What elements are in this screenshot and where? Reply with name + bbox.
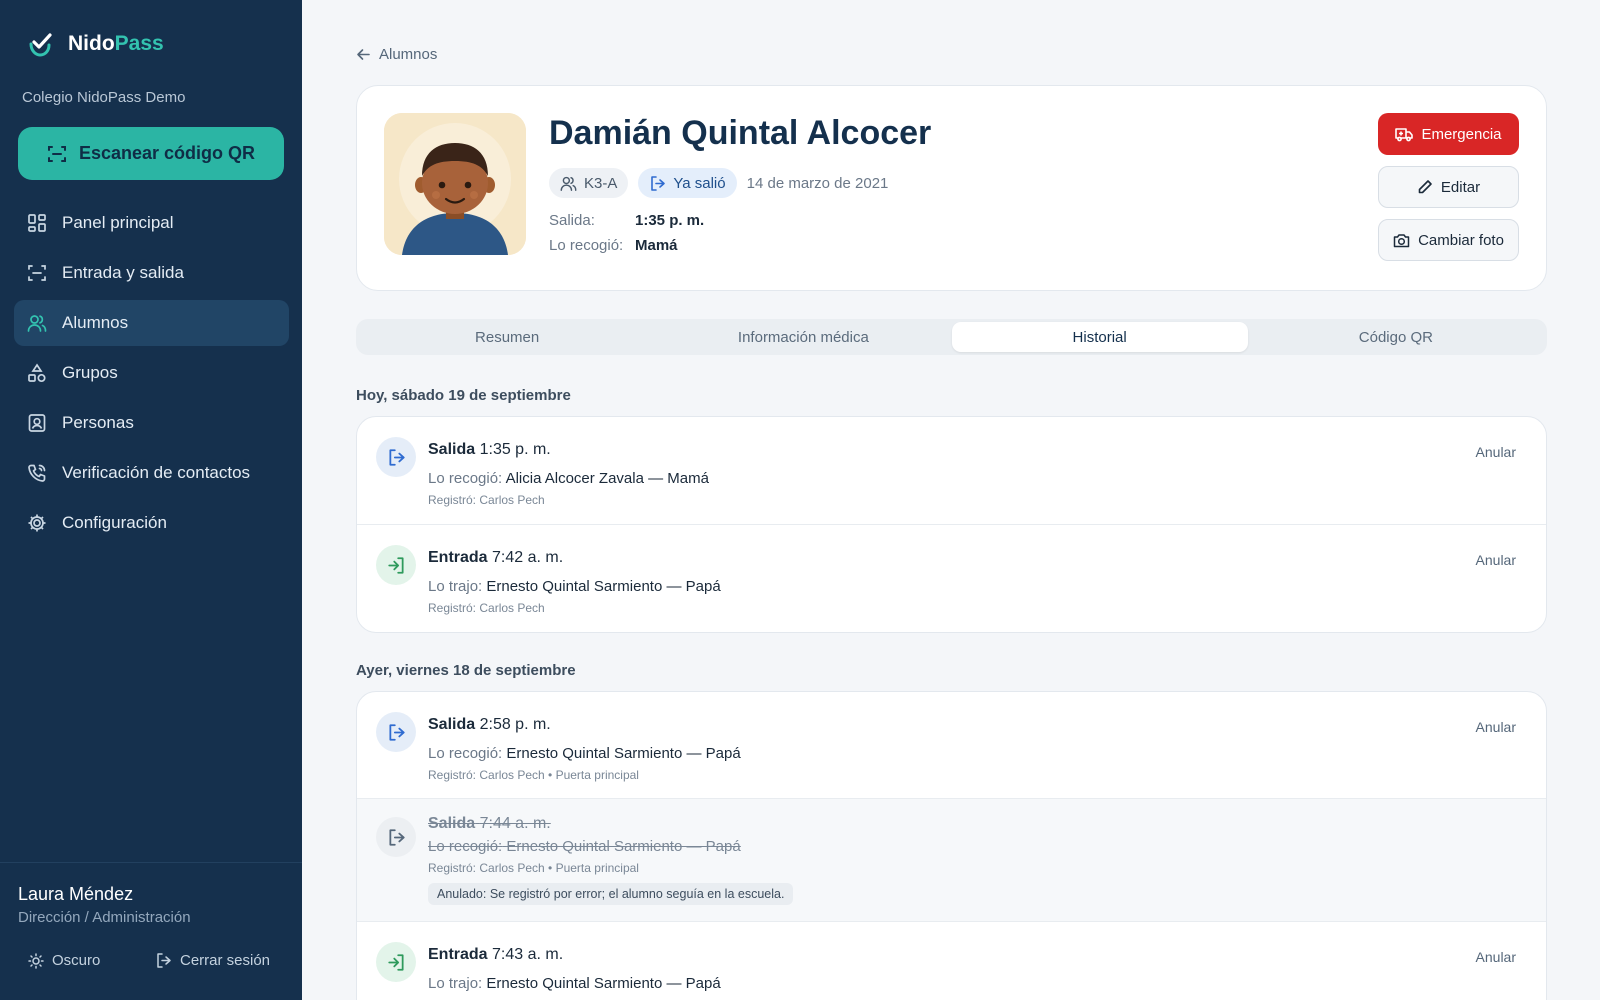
sidebar-item-people[interactable]: Personas: [14, 400, 289, 446]
user-name: Laura Méndez: [18, 884, 134, 904]
sun-icon: [28, 952, 44, 969]
camera-icon: [1393, 233, 1410, 247]
event-registered-by: Registró: Carlos Pech: [428, 493, 545, 507]
school-name: Colegio NidoPass Demo: [22, 89, 186, 106]
contact-icon: [26, 412, 48, 434]
student-profile-card: Damián Quintal Alcocer K3-A Ya salió 14 …: [356, 85, 1547, 291]
void-button[interactable]: Anular: [1476, 444, 1516, 460]
picked-by-row: Lo recogió: Mamá: [549, 237, 678, 254]
student-avatar[interactable]: [384, 113, 526, 255]
sidebar-item-students[interactable]: Alumnos: [14, 300, 289, 346]
event-registered-by: Registró: Carlos Pech: [428, 601, 545, 615]
emergency-button[interactable]: Emergencia: [1378, 113, 1519, 155]
void-button[interactable]: Anular: [1476, 552, 1516, 568]
event-row-voided: Salida 7:44 a. m. Lo recogió: Ernesto Qu…: [357, 799, 1546, 922]
sidebar-item-contact-verification[interactable]: Verificación de contactos: [14, 450, 289, 496]
ambulance-icon: [1395, 128, 1414, 142]
change-photo-button[interactable]: Cambiar foto: [1378, 219, 1519, 261]
scan-icon: [26, 262, 48, 284]
event-registered-by: Registró: Carlos Pech • Puerta principal: [428, 768, 639, 782]
checkmark-logo-icon: [29, 33, 52, 57]
event-person: Lo trajo: Ernesto Quintal Sarmiento — Pa…: [428, 975, 721, 992]
events-yesterday: Salida 2:58 p. m. Lo recogió: Ernesto Qu…: [356, 691, 1547, 1000]
event-registered-by: Registró: Carlos Pech • Puerta principal: [428, 861, 639, 875]
scan-icon: [47, 145, 66, 162]
sidebar-item-settings[interactable]: Configuración: [14, 500, 289, 546]
tab-summary[interactable]: Resumen: [359, 322, 655, 352]
arrow-left-icon: [357, 49, 370, 60]
event-row: Entrada 7:42 a. m. Lo trajo: Ernesto Qui…: [357, 525, 1546, 632]
birth-date: 14 de marzo de 2021: [746, 174, 889, 192]
void-button[interactable]: Anular: [1476, 949, 1516, 965]
student-chips: K3-A Ya salió 14 de marzo de 2021: [549, 168, 888, 198]
theme-toggle-button[interactable]: Oscuro: [28, 952, 100, 969]
pencil-icon: [1418, 180, 1432, 194]
group-badge[interactable]: K3-A: [549, 168, 629, 198]
event-title: Salida 2:58 p. m.: [428, 716, 551, 733]
event-row: Entrada 7:43 a. m. Lo trajo: Ernesto Qui…: [357, 922, 1546, 1000]
event-title: Salida 1:35 p. m.: [428, 441, 551, 458]
exit-icon: [376, 712, 416, 752]
exit-icon: [376, 817, 416, 857]
event-title: Salida 7:44 a. m.: [428, 815, 551, 832]
day-heading-yesterday: Ayer, viernes 18 de septiembre: [356, 662, 576, 679]
phone-icon: [26, 462, 48, 484]
sidebar-nav: Panel principal Entrada y salida Alumnos…: [14, 200, 289, 550]
users-icon: [26, 312, 48, 334]
exit-icon: [651, 175, 666, 191]
edit-button[interactable]: Editar: [1378, 166, 1519, 208]
scan-qr-button[interactable]: Escanear código QR: [18, 127, 284, 180]
entry-icon: [376, 545, 416, 585]
tab-history[interactable]: Historial: [951, 322, 1248, 352]
event-row: Salida 2:58 p. m. Lo recogió: Ernesto Qu…: [357, 692, 1546, 799]
event-person: Lo recogió: Ernesto Quintal Sarmiento — …: [428, 745, 741, 762]
sidebar-item-groups[interactable]: Grupos: [14, 350, 289, 396]
student-name: Damián Quintal Alcocer: [549, 114, 932, 152]
brand-name: NidoPass: [68, 32, 164, 55]
logout-button[interactable]: Cerrar sesión: [155, 952, 270, 969]
event-person: Lo recogió: Alicia Alcocer Zavala — Mamá: [428, 470, 709, 487]
event-title: Entrada 7:42 a. m.: [428, 549, 564, 566]
sidebar-divider: [0, 862, 302, 863]
tab-qr-code[interactable]: Código QR: [1248, 322, 1544, 352]
user-role: Dirección / Administración: [18, 909, 191, 926]
child-avatar-icon: [384, 113, 526, 255]
logout-icon: [157, 953, 171, 968]
brand[interactable]: NidoPass: [26, 30, 164, 58]
void-button[interactable]: Anular: [1476, 719, 1516, 735]
event-person: Lo trajo: Ernesto Quintal Sarmiento — Pa…: [428, 578, 721, 595]
event-title: Entrada 7:43 a. m.: [428, 946, 564, 963]
profile-tabs: Resumen Información médica Historial Cód…: [356, 319, 1547, 355]
back-link[interactable]: Alumnos: [356, 46, 437, 63]
status-badge: Ya salió: [638, 168, 737, 198]
dashboard-icon: [26, 212, 48, 234]
event-row: Salida 1:35 p. m. Lo recogió: Alicia Alc…: [357, 417, 1546, 525]
users-icon: [560, 176, 577, 191]
sidebar: NidoPass Colegio NidoPass Demo Escanear …: [0, 0, 302, 1000]
gear-icon: [26, 512, 48, 534]
event-person: Lo recogió: Ernesto Quintal Sarmiento — …: [428, 838, 741, 855]
sidebar-item-checkin[interactable]: Entrada y salida: [14, 250, 289, 296]
entry-icon: [376, 942, 416, 982]
tab-medical[interactable]: Información médica: [655, 322, 951, 352]
day-heading-today: Hoy, sábado 19 de septiembre: [356, 387, 571, 404]
exit-time-row: Salida: 1:35 p. m.: [549, 212, 705, 229]
void-note: Anulado: Se registró por error; el alumn…: [428, 883, 794, 905]
sidebar-item-panel[interactable]: Panel principal: [14, 200, 289, 246]
exit-icon: [376, 437, 416, 477]
shapes-icon: [26, 362, 48, 384]
events-today: Salida 1:35 p. m. Lo recogió: Alicia Alc…: [356, 416, 1547, 633]
